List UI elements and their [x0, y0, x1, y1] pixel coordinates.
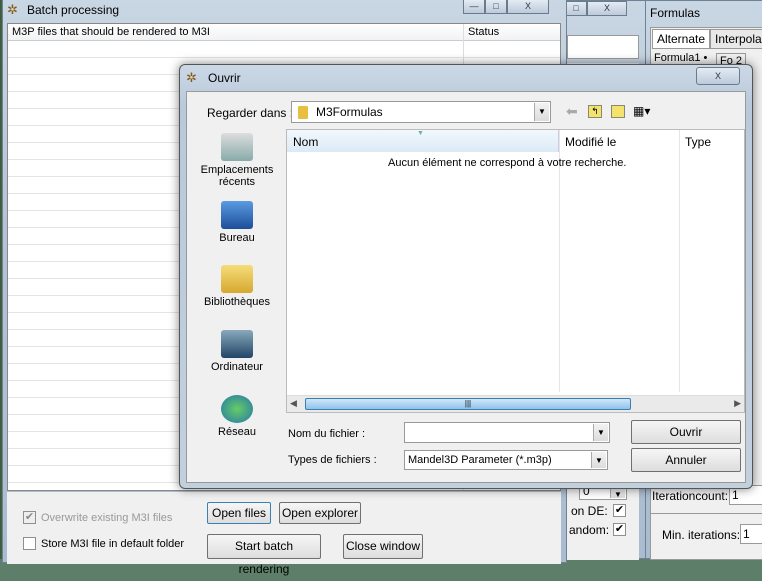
place-network[interactable]: Réseau — [192, 395, 282, 438]
min-iterations-input[interactable]: 1 — [740, 524, 762, 544]
network-icon — [221, 395, 253, 423]
folder-icon — [298, 106, 308, 119]
place-libraries[interactable]: Bibliothèques — [192, 265, 282, 308]
scroll-left-icon[interactable]: ◀ — [290, 398, 297, 409]
new-folder-icon[interactable] — [611, 105, 625, 118]
up-folder-icon[interactable]: ↰ — [588, 105, 602, 118]
de-checkbox[interactable]: ✔ — [613, 504, 626, 517]
minimize-button[interactable]: — — [463, 0, 485, 14]
column-header-status[interactable]: Status — [468, 26, 499, 38]
close-button[interactable]: X — [587, 1, 627, 16]
open-dialog: ✲ Ouvrir X Regarder dans : M3Formulas ▼ ⬅… — [179, 64, 753, 489]
file-list-view[interactable]: ▼ Nom Modifié le Type Aucun élément ne c… — [286, 129, 745, 413]
tab-alternate[interactable]: Alternate — [652, 29, 711, 49]
place-computer[interactable]: Ordinateur — [192, 330, 282, 373]
close-window-button[interactable]: Close window — [343, 534, 423, 559]
formulas-title: Formulas — [650, 6, 701, 20]
random-checkbox[interactable]: ✔ — [613, 523, 626, 536]
look-in-combo[interactable]: M3Formulas ▼ — [291, 101, 551, 123]
back-icon[interactable]: ⬅ — [566, 103, 578, 120]
tab-formula1[interactable]: Formula1 • — [654, 52, 707, 64]
scroll-right-icon[interactable]: ▶ — [734, 398, 741, 409]
column-nom[interactable]: Nom — [293, 135, 318, 149]
empty-message: Aucun élément ne correspond à votre rech… — [388, 157, 627, 169]
open-explorer-button[interactable]: Open explorer — [279, 502, 361, 524]
horizontal-scrollbar[interactable]: ◀ ||| ▶ — [287, 395, 744, 412]
dialog-title: Ouvrir — [208, 71, 241, 85]
random-label: andom: — [569, 523, 610, 537]
place-recent[interactable]: Emplacements récents — [192, 133, 282, 188]
cancel-button[interactable]: Annuler — [631, 448, 741, 472]
place-desktop[interactable]: Bureau — [192, 201, 282, 244]
recent-places-icon — [221, 133, 253, 161]
dialog-app-icon: ✲ — [186, 70, 197, 85]
scrollbar-thumb[interactable]: ||| — [305, 398, 631, 410]
open-button[interactable]: Ouvrir — [631, 420, 741, 444]
column-header-files[interactable]: M3P files that should be rendered to M3I — [12, 26, 210, 38]
iterationcount-label: Iterationcount: — [652, 489, 729, 503]
store-checkbox[interactable] — [23, 537, 36, 550]
app-icon: ✲ — [7, 2, 18, 17]
computer-icon — [221, 330, 253, 358]
filetype-label: Types de fichiers : — [288, 454, 377, 466]
text-field[interactable] — [567, 35, 639, 59]
maximize-button[interactable]: □ — [485, 0, 507, 14]
filetype-select[interactable]: Mandel3D Parameter (*.m3p) ▼ — [404, 450, 608, 470]
overwrite-checkbox[interactable]: ✔ — [23, 511, 36, 524]
batch-title: Batch processing — [27, 3, 120, 17]
maximize-button[interactable]: □ — [565, 1, 587, 16]
desktop-icon — [221, 201, 253, 229]
view-menu-icon[interactable]: ▦▾ — [633, 104, 650, 118]
open-files-button[interactable]: Open files — [207, 502, 271, 524]
store-label: Store M3I file in default folder — [41, 538, 185, 550]
look-in-label: Regarder dans : — [207, 106, 294, 120]
de-label: on DE: — [571, 504, 608, 518]
start-batch-button[interactable]: Start batch rendering — [207, 534, 321, 576]
filename-label: Nom du fichier : — [288, 428, 366, 440]
filename-input[interactable]: ▼ — [404, 422, 610, 443]
min-iterations-label: Min. iterations: — [662, 528, 741, 542]
tab-interpolate[interactable]: Interpolate — [710, 29, 762, 49]
dialog-close-button[interactable]: X — [696, 67, 740, 85]
column-type[interactable]: Type — [685, 135, 711, 149]
close-button[interactable]: X — [507, 0, 549, 14]
libraries-icon — [221, 265, 253, 293]
overwrite-label: Overwrite existing M3I files — [41, 512, 173, 524]
column-modified[interactable]: Modifié le — [565, 135, 616, 149]
